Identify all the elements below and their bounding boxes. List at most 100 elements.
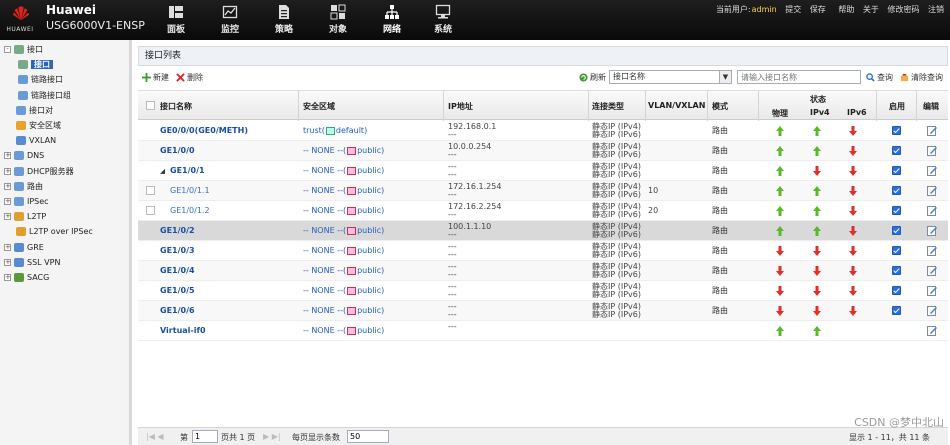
delete-button[interactable]: 删除	[176, 72, 203, 83]
security-zone[interactable]: -- NONE --(public)	[303, 261, 384, 281]
enable-checkbox[interactable]	[892, 246, 901, 255]
enable-checkbox[interactable]	[892, 206, 901, 215]
security-zone[interactable]: -- NONE --(public)	[303, 301, 384, 321]
sidebar-item[interactable]: + IPSec	[4, 195, 49, 209]
collapse-icon[interactable]: -	[4, 46, 11, 53]
sidebar-item[interactable]: + GRE	[4, 241, 44, 255]
header-ip-address[interactable]: IP地址	[448, 101, 473, 112]
nav-tab-policy[interactable]: 策略	[262, 4, 306, 38]
table-row[interactable]: GE1/0/1.2 -- NONE --(public) 172.16.2.254-…	[138, 201, 948, 221]
header-vlan[interactable]: VLAN/VXLAN	[648, 101, 705, 110]
refresh-button[interactable]: 刷新	[579, 72, 606, 83]
table-row[interactable]: Virtual-if0 -- NONE --(public) ---	[138, 321, 948, 341]
first-page-icon[interactable]: |◀ ◀	[146, 432, 164, 441]
table-row[interactable]: GE0/0/0(GE0/METH) trust(default) 192.168.0…	[138, 121, 948, 141]
sidebar-item[interactable]: 接口对	[16, 104, 53, 118]
collapse-triangle-icon[interactable]: ◢	[160, 161, 165, 181]
search-input[interactable]	[737, 70, 861, 84]
table-row[interactable]: GE1/0/6 -- NONE --(public) --- --- 静态IP (IPv…	[138, 301, 948, 321]
new-button[interactable]: 新建	[142, 72, 169, 83]
sidebar-item[interactable]: 安全区域	[16, 119, 61, 133]
edit-icon[interactable]	[927, 245, 937, 256]
sidebar-item[interactable]: + DNS	[4, 149, 44, 163]
sidebar-item[interactable]: 链路接口组	[18, 89, 71, 103]
security-zone[interactable]: -- NONE --(public)	[303, 221, 384, 241]
table-row[interactable]: GE1/0/4 -- NONE --(public) --- --- 静态IP (IPv…	[138, 261, 948, 281]
per-page-select[interactable]	[347, 430, 389, 443]
select-all-checkbox[interactable]	[146, 101, 155, 110]
nav-tab-dashboard[interactable]: 面板	[154, 4, 198, 38]
sidebar-item[interactable]: 接口	[18, 58, 53, 72]
interface-name-link[interactable]: GE1/0/1	[170, 161, 205, 181]
expand-icon[interactable]: +	[4, 152, 11, 160]
enable-checkbox[interactable]	[892, 126, 901, 135]
security-zone[interactable]: trust(default)	[303, 121, 367, 141]
table-row[interactable]: GE1/0/3 -- NONE --(public) --- --- 静态IP (IPv…	[138, 241, 948, 261]
table-row[interactable]: GE1/0/1.1 -- NONE --(public) 172.16.1.254-…	[138, 181, 948, 201]
security-zone[interactable]: -- NONE --(public)	[303, 201, 384, 221]
sidebar-item[interactable]: + SSL VPN	[4, 256, 60, 270]
security-zone[interactable]: -- NONE --(public)	[303, 141, 384, 161]
interface-name-link[interactable]: GE1/0/3	[160, 241, 195, 261]
security-zone[interactable]: -- NONE --(public)	[303, 241, 384, 261]
security-zone[interactable]: -- NONE --(public)	[303, 281, 384, 301]
table-row[interactable]: GE1/0/2 -- NONE --(public) 100.1.1.10 --- 静态…	[138, 221, 948, 241]
expand-icon[interactable]: +	[4, 167, 11, 175]
table-row[interactable]: GE1/0/0 -- NONE --(public) 10.0.0.254 --- 静态…	[138, 141, 948, 161]
edit-icon[interactable]	[927, 165, 937, 176]
enable-checkbox[interactable]	[892, 226, 901, 235]
change-password-link[interactable]: 修改密码	[887, 5, 919, 14]
security-zone[interactable]: -- NONE --(public)	[303, 161, 384, 181]
enable-checkbox[interactable]	[892, 266, 901, 275]
enable-checkbox[interactable]	[892, 286, 901, 295]
filter-field-select[interactable]: 接口名称 ▼	[609, 70, 732, 84]
nav-tab-system[interactable]: 系统	[421, 4, 465, 38]
next-page-icon[interactable]: ▶ ▶|	[263, 432, 281, 441]
enable-checkbox[interactable]	[892, 306, 901, 315]
interface-name-link[interactable]: GE1/0/4	[160, 261, 195, 281]
interface-name-link[interactable]: GE1/0/1.1	[170, 181, 210, 201]
table-row[interactable]: GE1/0/5 -- NONE --(public) --- --- 静态IP (IPv…	[138, 281, 948, 301]
save-link[interactable]: 保存	[810, 5, 826, 14]
expand-icon[interactable]: +	[4, 274, 11, 281]
edit-icon[interactable]	[927, 265, 937, 276]
sidebar-item[interactable]: + 路由	[4, 180, 43, 194]
enable-checkbox[interactable]	[892, 186, 901, 195]
logout-link[interactable]: 注销	[928, 5, 944, 14]
table-row[interactable]: ◢ GE1/0/1 -- NONE --(public) --- --- 静态IP (IP…	[138, 161, 948, 181]
enable-checkbox[interactable]	[892, 146, 901, 155]
edit-icon[interactable]	[927, 205, 937, 216]
sidebar-item[interactable]: VXLAN	[16, 134, 56, 148]
submit-link[interactable]: 提交	[785, 5, 801, 14]
help-link[interactable]: 帮助	[838, 5, 854, 14]
interface-name-link[interactable]: GE1/0/2	[160, 221, 195, 241]
row-checkbox[interactable]	[146, 206, 155, 215]
nav-tab-object[interactable]: 对象	[316, 4, 360, 38]
header-security-zone[interactable]: 安全区域	[303, 101, 335, 112]
query-button[interactable]: 查询	[866, 72, 893, 83]
edit-icon[interactable]	[927, 325, 937, 336]
interface-name-link[interactable]: GE1/0/5	[160, 281, 195, 301]
edit-icon[interactable]	[927, 305, 937, 316]
expand-icon[interactable]: +	[4, 198, 11, 205]
interface-name-link[interactable]: GE1/0/6	[160, 301, 195, 321]
interface-name-link[interactable]: GE1/0/0	[160, 141, 195, 161]
expand-icon[interactable]: +	[4, 182, 11, 190]
nav-tab-network[interactable]: 网络	[370, 4, 414, 38]
sidebar-item[interactable]: + SACG	[4, 271, 49, 285]
edit-icon[interactable]	[927, 145, 937, 156]
header-mode[interactable]: 模式	[712, 101, 728, 112]
enable-checkbox[interactable]	[892, 166, 901, 175]
expand-icon[interactable]: +	[4, 213, 11, 221]
expand-icon[interactable]: +	[4, 243, 11, 251]
edit-icon[interactable]	[927, 125, 937, 136]
sidebar-item[interactable]: - 接口	[4, 43, 43, 57]
edit-icon[interactable]	[927, 185, 937, 196]
sidebar-item[interactable]: 链路接口	[18, 73, 63, 87]
header-interface-name[interactable]: 接口名称	[160, 101, 192, 112]
sidebar-item[interactable]: + DHCP服务器	[4, 165, 74, 179]
sidebar-item[interactable]: L2TP over IPSec	[16, 225, 93, 239]
sidebar-item[interactable]: + L2TP	[4, 210, 46, 224]
security-zone[interactable]: -- NONE --(public)	[303, 181, 384, 201]
edit-icon[interactable]	[927, 285, 937, 296]
